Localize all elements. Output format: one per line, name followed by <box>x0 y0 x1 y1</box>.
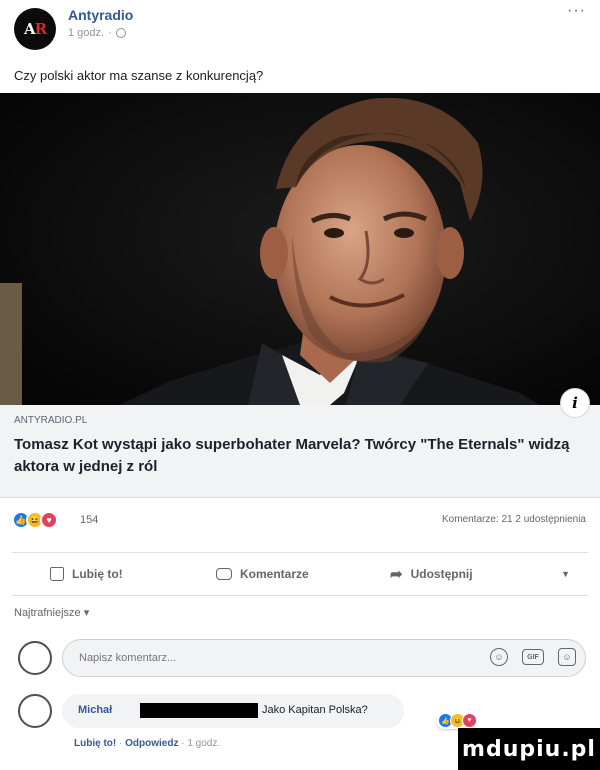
commenter-avatar[interactable] <box>18 694 52 728</box>
composer-icons: ☺ GIF ☺ <box>490 648 576 666</box>
comment-label: Komentarze <box>240 567 309 581</box>
link-preview-card[interactable]: ANTYRADIO.PL Tomasz Kot wystąpi jako sup… <box>0 405 600 498</box>
antyradio-logo: AR <box>23 20 47 38</box>
love-reaction-icon: ♥ <box>462 713 477 728</box>
comment-text: Jako Kapitan Polska? <box>262 704 368 716</box>
comment-reactions[interactable]: 👍 😆 ♥ <box>436 712 477 729</box>
more-options-icon[interactable]: ··· <box>567 2 586 20</box>
link-title[interactable]: Tomasz Kot wystąpi jako superbohater Mar… <box>14 434 594 478</box>
like-label: Lubię to! <box>72 567 123 581</box>
comment-bubble: Michał Jako Kapitan Polska? 👍 😆 ♥ <box>62 694 477 729</box>
censor-bar <box>140 703 258 718</box>
watermark-logo: mdupiu.pl <box>458 728 600 770</box>
comment-bubble-icon <box>216 568 232 580</box>
post-text: Czy polski aktor ma szanse z konkurencją… <box>14 68 264 83</box>
comment-actions: Lubię to! · Odpowiedz · 1 godz. <box>74 738 221 749</box>
page-name-link[interactable]: Antyradio <box>68 7 133 23</box>
comment-sort-dropdown[interactable]: Najtrafniejsze ▾ <box>14 606 89 619</box>
reaction-count[interactable]: 154 <box>80 514 98 526</box>
thumbs-up-icon <box>50 567 64 581</box>
share-button[interactable]: ➦ Udostępnij <box>390 565 473 583</box>
link-preview-image[interactable] <box>0 93 600 405</box>
post-meta: 1 godz. · <box>68 27 126 39</box>
comment-time[interactable]: 1 godz. <box>187 738 220 749</box>
share-dropdown-icon[interactable]: ▼ <box>561 569 570 579</box>
comment-reply-link[interactable]: Odpowiedz <box>125 738 178 749</box>
link-domain: ANTYRADIO.PL <box>14 415 88 426</box>
share-arrow-icon: ➦ <box>390 566 403 583</box>
user-avatar <box>18 641 52 675</box>
like-button[interactable]: Lubię to! <box>50 567 123 581</box>
love-reaction-icon: ♥ <box>40 511 58 529</box>
commenter-name[interactable]: Michał <box>78 704 112 716</box>
post-actions: Lubię to! Komentarze ➦ Udostępnij ▼ <box>12 552 588 596</box>
reaction-icons[interactable]: 👍 😆 ♥ <box>12 511 58 529</box>
sticker-icon[interactable]: ☺ <box>558 648 576 666</box>
gif-icon[interactable]: GIF <box>522 649 544 665</box>
comments-shares-count[interactable]: Komentarze: 21 2 udostępnienia <box>442 514 586 525</box>
comment-button[interactable]: Komentarze <box>216 567 309 581</box>
comment-like-link[interactable]: Lubię to! <box>74 738 116 749</box>
share-label: Udostępnij <box>410 567 473 581</box>
post-header: AR Antyradio 1 godz. · ··· <box>0 0 600 60</box>
post-time[interactable]: 1 godz. <box>68 27 104 39</box>
reactions-summary: 👍 😆 ♥ 154 Komentarze: 21 2 udostępnienia <box>0 507 600 537</box>
actor-portrait <box>0 93 600 405</box>
comment-composer: ☺ GIF ☺ <box>18 635 588 681</box>
page-avatar[interactable]: AR <box>14 8 56 50</box>
emoji-icon[interactable]: ☺ <box>490 648 508 666</box>
globe-icon <box>115 28 126 38</box>
meta-separator: · <box>108 27 112 39</box>
info-icon[interactable]: i <box>560 388 590 418</box>
